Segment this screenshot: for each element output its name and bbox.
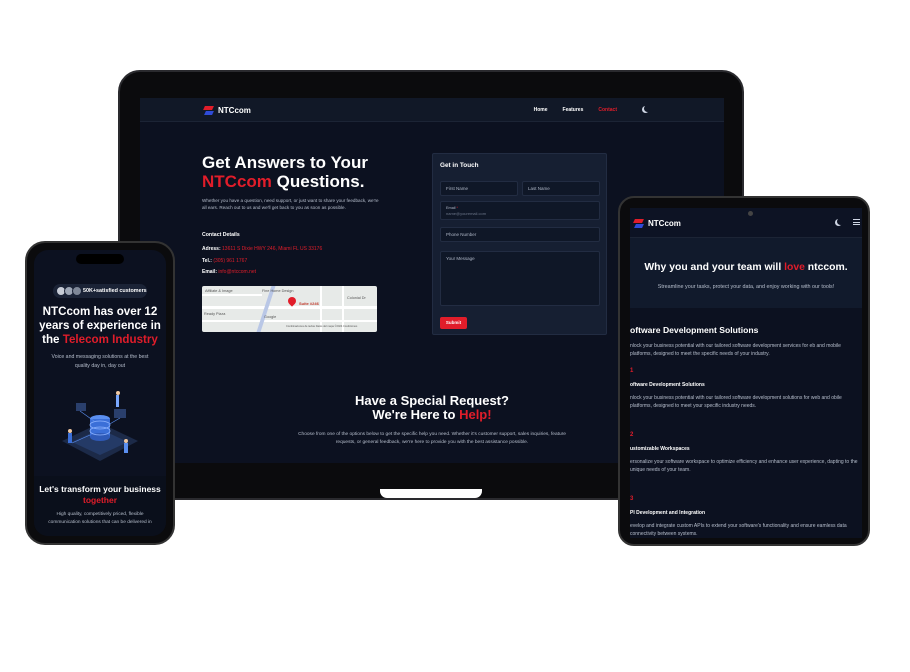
- tablet-hero-title-post: ntccom.: [804, 262, 848, 273]
- phone-screen: 50K+satisfied customers NTCcom has over …: [34, 250, 166, 536]
- address-value: 13611 S Dixie HWY 246, Miami FL US 33176: [222, 246, 323, 252]
- phone-device: 50K+satisfied customers NTCcom has over …: [25, 241, 175, 545]
- moon-icon[interactable]: [835, 219, 842, 226]
- first-name-field[interactable]: First Name: [440, 181, 518, 196]
- brand-name: NTCcom: [218, 105, 251, 115]
- brand-logo[interactable]: NTCcom: [204, 105, 251, 115]
- special-title-help: Help!: [459, 407, 492, 422]
- tablet-section-title: oftware Development Solutions: [630, 325, 759, 335]
- page-title-rest: Questions.: [271, 172, 365, 191]
- last-name-placeholder: Last Name: [528, 186, 550, 191]
- phone-hero-subtitle: Voice and messaging solutions at the bes…: [51, 354, 149, 369]
- map-label: Affiliate & Image: [205, 289, 233, 293]
- tablet-hero-title-love: love: [784, 262, 805, 273]
- nav-link-home[interactable]: Home: [534, 107, 548, 113]
- data-center-illustration: [62, 391, 138, 461]
- logo-icon: [634, 218, 644, 228]
- phone-section-text: High quality, competitively priced, flex…: [48, 512, 152, 525]
- nav-link-contact[interactable]: Contact: [598, 107, 617, 113]
- tablet-camera: [748, 211, 753, 216]
- tel-value[interactable]: (305) 961 1767: [213, 258, 247, 264]
- hamburger-menu-icon[interactable]: [853, 219, 860, 225]
- customers-badge: 50K+satisfied customers: [53, 284, 147, 298]
- page-title-brand: NTCcom: [202, 172, 272, 191]
- special-title-line2: We're Here to: [372, 407, 460, 422]
- tablet-navbar: NTCcom: [630, 208, 862, 238]
- address-label: Adress:: [202, 246, 221, 252]
- email-label: Email:: [202, 269, 218, 275]
- phone-section-title: Let's transform your business together: [34, 484, 166, 506]
- laptop-hinge-notch: [380, 489, 482, 498]
- last-name-field[interactable]: Last Name: [522, 181, 600, 196]
- feature-text: nlock your business potential with our t…: [630, 395, 842, 409]
- phone-field[interactable]: Phone Number: [440, 227, 600, 242]
- tablet-screen: NTCcom Why you and your team will love n…: [630, 208, 862, 538]
- tablet-device: NTCcom Why you and your team will love n…: [618, 196, 870, 546]
- phone-transform-section: Let's transform your business together H…: [34, 476, 166, 536]
- logo-icon: [204, 105, 214, 115]
- contact-address: Adress: 13611 S Dixie HWY 246, Miami FL …: [202, 246, 322, 252]
- submit-button[interactable]: Submit: [440, 317, 467, 329]
- special-title-line1: Have a Special Request?: [355, 393, 509, 408]
- message-placeholder: Your Message: [446, 256, 475, 261]
- location-map[interactable]: Affiliate & Image Fine Home Design Suite…: [202, 286, 377, 332]
- email-placeholder: name@youremail.com: [446, 211, 487, 216]
- special-request-text: Choose from one of the options below to …: [298, 432, 566, 445]
- customers-badge-text: 50K+satisfied customers: [83, 288, 147, 294]
- contact-tel: Tel.: (305) 961 1767: [202, 258, 247, 264]
- page-lead: Whether you have a question, need suppor…: [202, 198, 379, 210]
- phone-section-title-pre: Let's transform your business: [39, 484, 161, 494]
- phone-hero-title-telecom: Telecom Industry: [62, 333, 158, 346]
- feature-title: oftware Development Solutions: [630, 382, 705, 388]
- contact-details-heading: Contact Details: [202, 232, 240, 238]
- google-logo: Google: [264, 315, 277, 319]
- avatar: [72, 286, 82, 296]
- email-field[interactable]: Email * name@youremail.com: [440, 201, 600, 220]
- feature-text: evelop and integrate custom APIs to exte…: [630, 523, 847, 537]
- tablet-hero-subtitle: Streamline your tasks, protect your data…: [657, 284, 835, 290]
- page-title: Get Answers to Your NTCcom Questions.: [202, 153, 368, 191]
- map-label: Colonial Dr: [347, 296, 366, 300]
- brand-name: NTCcom: [648, 218, 681, 228]
- brand-logo[interactable]: NTCcom: [634, 218, 681, 228]
- message-field[interactable]: Your Message: [440, 251, 600, 306]
- page-title-line1: Get Answers to Your: [202, 153, 368, 172]
- tablet-hero-title-pre: Why you and your team will: [644, 262, 785, 273]
- map-footer: Combinaciones de teclas Datos del mapa ©…: [286, 325, 358, 328]
- form-title: Get in Touch: [440, 162, 479, 169]
- map-label: Ready Pizza: [204, 312, 226, 316]
- phone-section-title-together: together: [83, 495, 117, 505]
- first-name-placeholder: First Name: [446, 186, 469, 191]
- feature-title: PI Development and Integration: [630, 510, 706, 516]
- top-navbar: NTCcom Home Features Contact: [140, 98, 724, 122]
- tablet-hero-title: Why you and your team will love ntccom.: [630, 262, 862, 273]
- nav-links: Home Features Contact: [534, 107, 617, 113]
- feature-title: ustomizable Workspaces: [630, 446, 690, 452]
- phone-hero-title: NTCcom has over 12 years of experience i…: [34, 305, 166, 347]
- email-field-label: Email: [446, 206, 456, 210]
- contact-email: Email: info@ntccom.net: [202, 269, 256, 275]
- tablet-section-text: nlock your business potential with our t…: [630, 343, 841, 357]
- contact-form: Get in Touch First Name Last Name Email …: [432, 153, 607, 335]
- map-pin-label: Suite #246: [299, 301, 319, 306]
- email-value[interactable]: info@ntccom.net: [218, 269, 256, 275]
- moon-icon[interactable]: [642, 106, 649, 113]
- dynamic-island: [76, 254, 124, 264]
- feature-text: ersonalize your software workspace to op…: [630, 459, 858, 473]
- nav-link-features[interactable]: Features: [563, 107, 584, 113]
- feature-number: 1: [630, 368, 634, 374]
- tablet-hero: Why you and your team will love ntccom. …: [630, 238, 862, 308]
- map-label: Fine Home Design: [262, 289, 294, 293]
- tel-label: Tel.:: [202, 258, 212, 264]
- phone-placeholder: Phone Number: [446, 232, 477, 237]
- feature-number: 2: [630, 432, 634, 438]
- feature-number: 3: [630, 496, 634, 502]
- map-pin-icon: [286, 295, 298, 307]
